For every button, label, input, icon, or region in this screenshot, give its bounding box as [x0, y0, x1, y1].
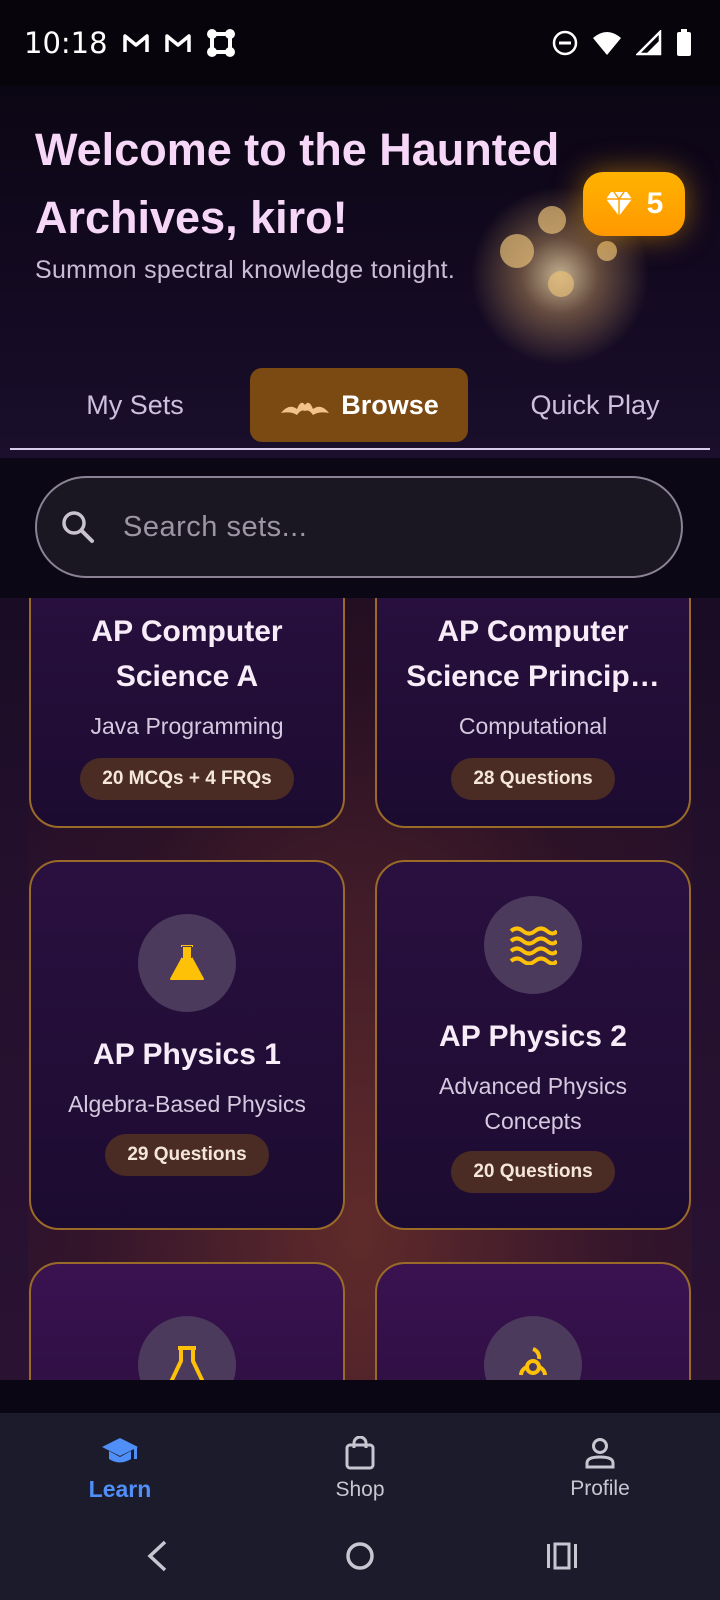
- gem-icon: [605, 191, 632, 216]
- app-notification-icon: [206, 29, 235, 57]
- nav-label: Learn: [88, 1475, 152, 1502]
- search-placeholder: Search sets...: [123, 510, 308, 543]
- set-grid: AP Computer Science A Java Programming 2…: [0, 598, 720, 1380]
- beaker-icon: [169, 1346, 205, 1380]
- set-card[interactable]: AP Computer Science Princip… Computation…: [375, 598, 691, 828]
- set-icon-circle: [484, 896, 582, 994]
- set-subtitle: Java Programming: [90, 713, 284, 739]
- person-icon: [585, 1438, 615, 1469]
- set-subtitle: Advanced Physics Concepts: [439, 1073, 627, 1134]
- question-count-badge: 28 Questions: [451, 758, 615, 800]
- tab-label: Quick Play: [530, 389, 660, 420]
- signal-icon: [636, 30, 662, 56]
- tab-my-sets[interactable]: My Sets: [40, 368, 230, 442]
- set-icon-circle: [138, 1316, 236, 1380]
- tab-label: My Sets: [86, 389, 184, 420]
- shopping-bag-icon: [345, 1436, 375, 1470]
- nav-shop[interactable]: Shop: [260, 1413, 460, 1525]
- search-input[interactable]: Search sets...: [35, 476, 683, 578]
- tab-browse[interactable]: Browse: [250, 368, 468, 442]
- tab-label: Browse: [341, 389, 439, 420]
- bat-icon: [281, 402, 330, 415]
- tab-bar: My Sets Browse Quick Play: [10, 364, 710, 450]
- set-card[interactable]: [375, 1262, 691, 1380]
- nav-profile[interactable]: Profile: [500, 1413, 700, 1525]
- set-subtitle: Computational: [458, 713, 608, 739]
- spirit-orb: [597, 241, 617, 261]
- set-card[interactable]: AP Computer Science A Java Programming 2…: [29, 598, 345, 828]
- set-subtitle: Algebra-Based Physics: [68, 1091, 306, 1117]
- welcome-title: Welcome to the Haunted Archives, kiro!: [35, 124, 560, 243]
- search-area: Search sets...: [0, 458, 720, 598]
- dnd-icon: [552, 30, 578, 56]
- gem-balance-badge[interactable]: 5: [583, 172, 685, 236]
- set-icon-circle: [138, 914, 236, 1012]
- nav-label: Profile: [570, 1477, 630, 1500]
- status-time: 10:18: [24, 26, 108, 60]
- welcome-subtitle: Summon spectral knowledge tonight.: [35, 256, 456, 284]
- set-card[interactable]: AP Physics 1 Algebra-Based Physics 29 Qu…: [29, 860, 345, 1230]
- bottom-nav: Learn Shop Profile: [0, 1413, 720, 1525]
- set-icon-circle: [484, 1316, 582, 1380]
- battery-icon: [677, 29, 691, 56]
- set-title: AP Computer Science Princip…: [406, 615, 660, 693]
- recents-icon[interactable]: [545, 1539, 579, 1573]
- back-icon[interactable]: [145, 1539, 169, 1573]
- gmail-icon: [122, 34, 149, 52]
- flask-icon: [170, 945, 204, 980]
- set-title: AP Physics 2: [439, 1020, 627, 1053]
- status-bar: 10:18: [0, 0, 720, 86]
- school-icon: [102, 1437, 138, 1462]
- question-count-badge: 20 MCQs + 4 FRQs: [80, 758, 294, 800]
- question-count-badge: 20 Questions: [451, 1151, 615, 1193]
- wifi-icon: [593, 32, 621, 55]
- set-title: AP Computer Science A: [91, 615, 283, 693]
- question-count-badge: 29 Questions: [105, 1134, 269, 1176]
- gmail-icon: [164, 34, 191, 52]
- waves-icon: [509, 926, 557, 965]
- nav-label: Shop: [335, 1478, 385, 1501]
- set-card[interactable]: [29, 1262, 345, 1380]
- set-title: AP Physics 1: [93, 1038, 281, 1071]
- biohazard-icon: [519, 1347, 547, 1376]
- gem-count: 5: [646, 187, 664, 220]
- system-nav-bar: [0, 1525, 720, 1600]
- tab-quick-play[interactable]: Quick Play: [490, 368, 700, 442]
- set-card[interactable]: AP Physics 2 Advanced Physics Concepts 2…: [375, 860, 691, 1230]
- home-icon[interactable]: [345, 1539, 375, 1573]
- nav-learn[interactable]: Learn: [20, 1413, 220, 1525]
- spirit-orb: [548, 271, 574, 297]
- search-icon: [62, 511, 94, 543]
